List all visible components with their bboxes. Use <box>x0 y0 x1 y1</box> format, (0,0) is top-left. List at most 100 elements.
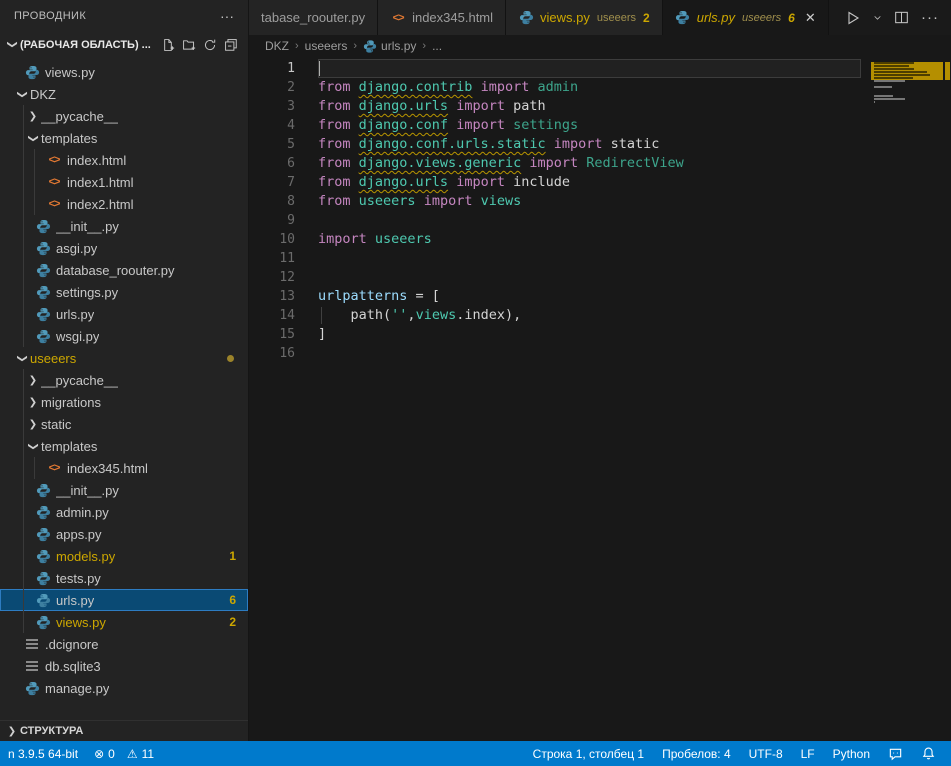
code-line-12[interactable]: 12 <box>249 268 861 287</box>
more-actions-icon[interactable]: ··· <box>921 9 939 26</box>
tab-urls-py[interactable]: urls.pyuseeers6✕ <box>663 0 829 35</box>
collapse-all-icon[interactable] <box>224 38 238 52</box>
status-indentation[interactable]: Пробелов: 4 <box>653 741 740 766</box>
code-line-10[interactable]: 10import useeers <box>249 230 861 249</box>
code-token: from <box>318 98 359 114</box>
refresh-icon[interactable] <box>203 38 217 52</box>
code-line-15[interactable]: 15] <box>249 325 861 344</box>
code-line-8[interactable]: 8from useeers import views <box>249 192 861 211</box>
tree-file-index-html[interactable]: <>index.html <box>0 149 248 171</box>
tree-file-asgi-py[interactable]: asgi.py <box>0 237 248 259</box>
minimap[interactable] <box>871 59 943 107</box>
code-line-16[interactable]: 16 <box>249 344 861 363</box>
tree-file-admin-py[interactable]: admin.py <box>0 501 248 523</box>
code-token: from <box>318 174 359 190</box>
tree-file--init-py[interactable]: __init__.py <box>0 479 248 501</box>
indent-guide <box>23 545 24 567</box>
tree-file-manage-py[interactable]: manage.py <box>0 677 248 699</box>
tree-folder-templates[interactable]: ❯templates <box>0 435 248 457</box>
code-line-14[interactable]: 14 path('',views.index), <box>249 306 861 325</box>
status-language-mode[interactable]: Python <box>824 741 879 766</box>
tree-folder--pycache-[interactable]: ❯__pycache__ <box>0 105 248 127</box>
tab-description: useeers <box>597 12 636 24</box>
tree-folder-dkz[interactable]: ❯DKZ <box>0 83 248 105</box>
breadcrumb-separator: › <box>353 40 357 52</box>
code-editor[interactable]: 12from django.contrib import admin3from … <box>249 57 951 741</box>
python-file-icon <box>35 306 51 322</box>
breadcrumb-item-useeers[interactable]: useeers <box>305 39 348 53</box>
code-line-6[interactable]: 6from django.views.generic import Redire… <box>249 154 861 173</box>
indent-guide <box>34 457 35 479</box>
code-line-5[interactable]: 5from django.conf.urls.static import sta… <box>249 135 861 154</box>
code-line-7[interactable]: 7from django.urls import include <box>249 173 861 192</box>
code-line-13[interactable]: 13urlpatterns = [ <box>249 287 861 306</box>
explorer-more-actions-icon[interactable]: ··· <box>220 8 234 24</box>
tree-file-database-roouter-py[interactable]: database_roouter.py <box>0 259 248 281</box>
tree-file-urls-py[interactable]: urls.py6 <box>0 589 248 611</box>
tree-file-index345-html[interactable]: <>index345.html <box>0 457 248 479</box>
code-line-3[interactable]: 3from django.urls import path <box>249 97 861 116</box>
indent-guide <box>23 303 24 325</box>
tree-file-apps-py[interactable]: apps.py <box>0 523 248 545</box>
tree-file-settings-py[interactable]: settings.py <box>0 281 248 303</box>
workspace-section-header[interactable]: ❯ (РАБОЧАЯ ОБЛАСТЬ) ... <box>0 32 248 57</box>
code-line-1[interactable]: 1 <box>249 59 861 78</box>
tree-item-label: settings.py <box>56 285 118 300</box>
indent-guide <box>23 457 24 479</box>
code-token <box>448 117 456 133</box>
tree-file-tests-py[interactable]: tests.py <box>0 567 248 589</box>
tree-file-views-py[interactable]: views.py2 <box>0 611 248 633</box>
run-dropdown-icon[interactable] <box>873 13 882 22</box>
tree-folder-useeers[interactable]: ❯useeers <box>0 347 248 369</box>
code-token <box>546 136 554 152</box>
feedback-icon[interactable] <box>879 741 912 766</box>
indent-guide <box>34 149 35 171</box>
status-encoding[interactable]: UTF-8 <box>740 741 792 766</box>
breadcrumb-item--[interactable]: ... <box>432 39 442 53</box>
python-file-icon <box>363 39 377 53</box>
status-eol[interactable]: LF <box>792 741 824 766</box>
tree-file-urls-py[interactable]: urls.py <box>0 303 248 325</box>
status-python-version[interactable]: n 3.9.5 64-bit <box>0 741 86 766</box>
status-problems[interactable]: ⊗ 0 ⚠ 11 <box>86 741 166 766</box>
code-line-2[interactable]: 2from django.contrib import admin <box>249 78 861 97</box>
breadcrumb-item-urls-py[interactable]: urls.py <box>363 39 416 53</box>
code-line-11[interactable]: 11 <box>249 249 861 268</box>
tree-file-db-sqlite3[interactable]: db.sqlite3 <box>0 655 248 677</box>
tab-views-py[interactable]: views.pyuseeers2 <box>506 0 663 35</box>
tree-file--dcignore[interactable]: .dcignore <box>0 633 248 655</box>
new-file-icon[interactable] <box>161 38 175 52</box>
tree-file--init-py[interactable]: __init__.py <box>0 215 248 237</box>
run-icon[interactable] <box>845 10 861 26</box>
breadcrumb-item-dkz[interactable]: DKZ <box>265 39 289 53</box>
chevron-down-icon: ❯ <box>28 438 39 454</box>
tab-tabase-roouter-py[interactable]: tabase_roouter.py <box>249 0 378 35</box>
tree-folder-templates[interactable]: ❯templates <box>0 127 248 149</box>
code-line-4[interactable]: 4from django.conf import settings <box>249 116 861 135</box>
code-token: settings <box>505 117 578 133</box>
bell-icon[interactable] <box>912 741 945 766</box>
code-token: path( <box>318 307 391 323</box>
tree-file-index2-html[interactable]: <>index2.html <box>0 193 248 215</box>
tree-file-views-py[interactable]: views.py <box>0 61 248 83</box>
outline-section-header[interactable]: ❯ СТРУКТУРА <box>0 720 248 741</box>
tree-item-label: admin.py <box>56 505 109 520</box>
split-editor-icon[interactable] <box>894 10 909 25</box>
tree-folder--pycache-[interactable]: ❯__pycache__ <box>0 369 248 391</box>
tree-file-models-py[interactable]: models.py1 <box>0 545 248 567</box>
tree-file-index1-html[interactable]: <>index1.html <box>0 171 248 193</box>
chevron-down-icon: ❯ <box>17 350 28 366</box>
tree-file-wsgi-py[interactable]: wsgi.py <box>0 325 248 347</box>
status-cursor-position[interactable]: Строка 1, столбец 1 <box>524 741 653 766</box>
chevron-right-icon: ❯ <box>25 111 41 122</box>
tree-folder-migrations[interactable]: ❯migrations <box>0 391 248 413</box>
code-line-9[interactable]: 9 <box>249 211 861 230</box>
code-token: import <box>529 155 578 171</box>
close-icon[interactable]: ✕ <box>805 10 816 26</box>
new-folder-icon[interactable] <box>182 38 196 52</box>
tab-index345-html[interactable]: <>index345.html <box>378 0 506 35</box>
code-token: import <box>318 231 367 247</box>
html-icon: <> <box>49 198 60 210</box>
indent-guide <box>23 413 24 435</box>
tree-folder-static[interactable]: ❯static <box>0 413 248 435</box>
